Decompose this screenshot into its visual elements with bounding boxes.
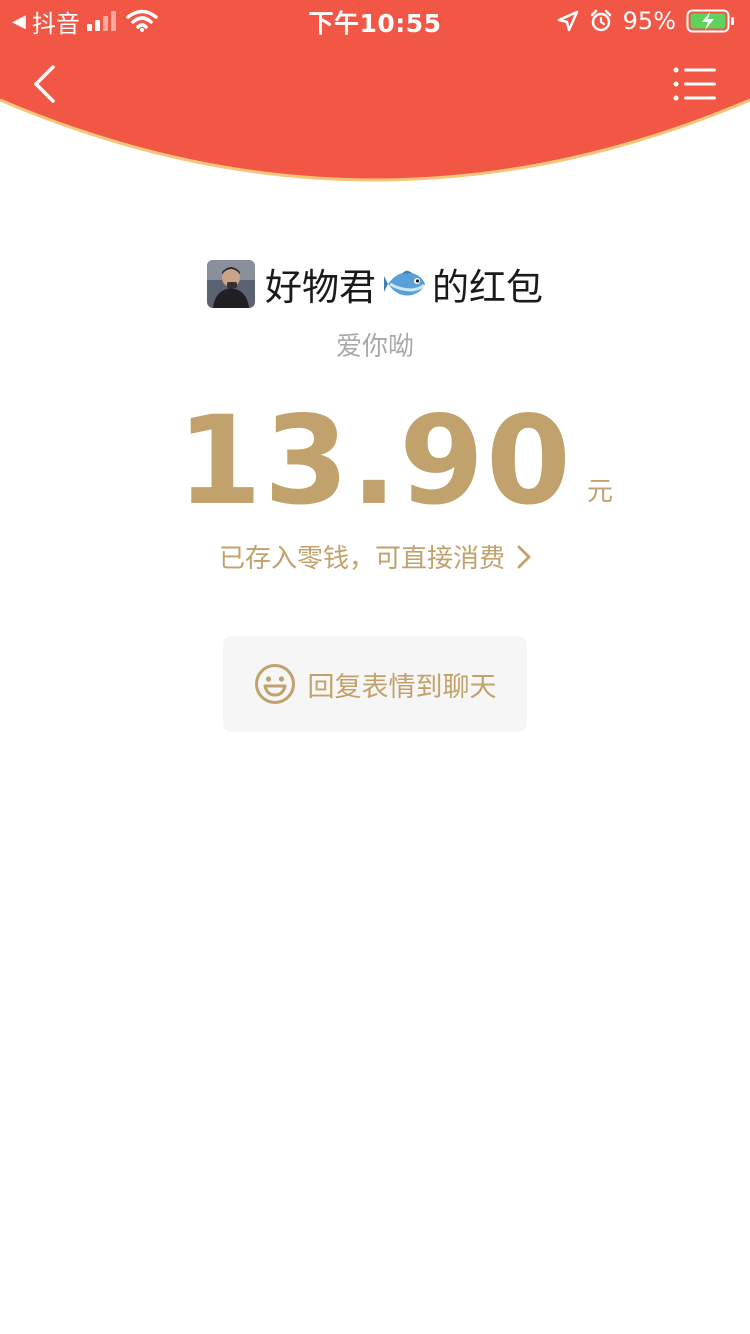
back-arrow-icon	[34, 65, 55, 103]
chevron-right-icon	[517, 545, 531, 568]
deposit-text: 已存入零钱，可直接消费	[218, 544, 505, 574]
alarm-icon	[590, 9, 611, 32]
status-right: 95%	[557, 6, 736, 36]
reply-emoji-button[interactable]: 回复表情到聊天	[223, 636, 527, 732]
title-suffix: 的红包	[432, 266, 543, 309]
back-button[interactable]	[22, 60, 66, 108]
menu-button[interactable]	[668, 62, 722, 106]
battery-charging-icon	[686, 9, 734, 33]
envelope-title: 好物君 的红包	[265, 257, 543, 311]
greeting-message: 爱你呦	[335, 332, 414, 362]
amount-value: 13.90	[177, 390, 573, 532]
smile-icon	[254, 664, 295, 704]
deposit-link[interactable]: 已存入零钱，可直接消费	[0, 538, 750, 575]
sender-avatar[interactable]	[207, 260, 255, 308]
fish-emoji-icon	[384, 270, 426, 296]
sender-name: 好物君	[265, 266, 376, 309]
amount-row: 13.90 元	[0, 392, 750, 522]
list-menu-icon	[673, 67, 716, 101]
red-envelope-header: ◀ 抖音 下午10:55 95%	[0, 0, 750, 200]
currency-unit: 元	[586, 477, 613, 507]
sender-row: 好物君 的红包	[0, 258, 750, 310]
status-bar: ◀ 抖音 下午10:55 95%	[0, 0, 750, 40]
reply-button-label: 回复表情到聊天	[307, 671, 497, 703]
battery-percent: 95%	[622, 7, 676, 35]
location-icon	[557, 10, 578, 32]
